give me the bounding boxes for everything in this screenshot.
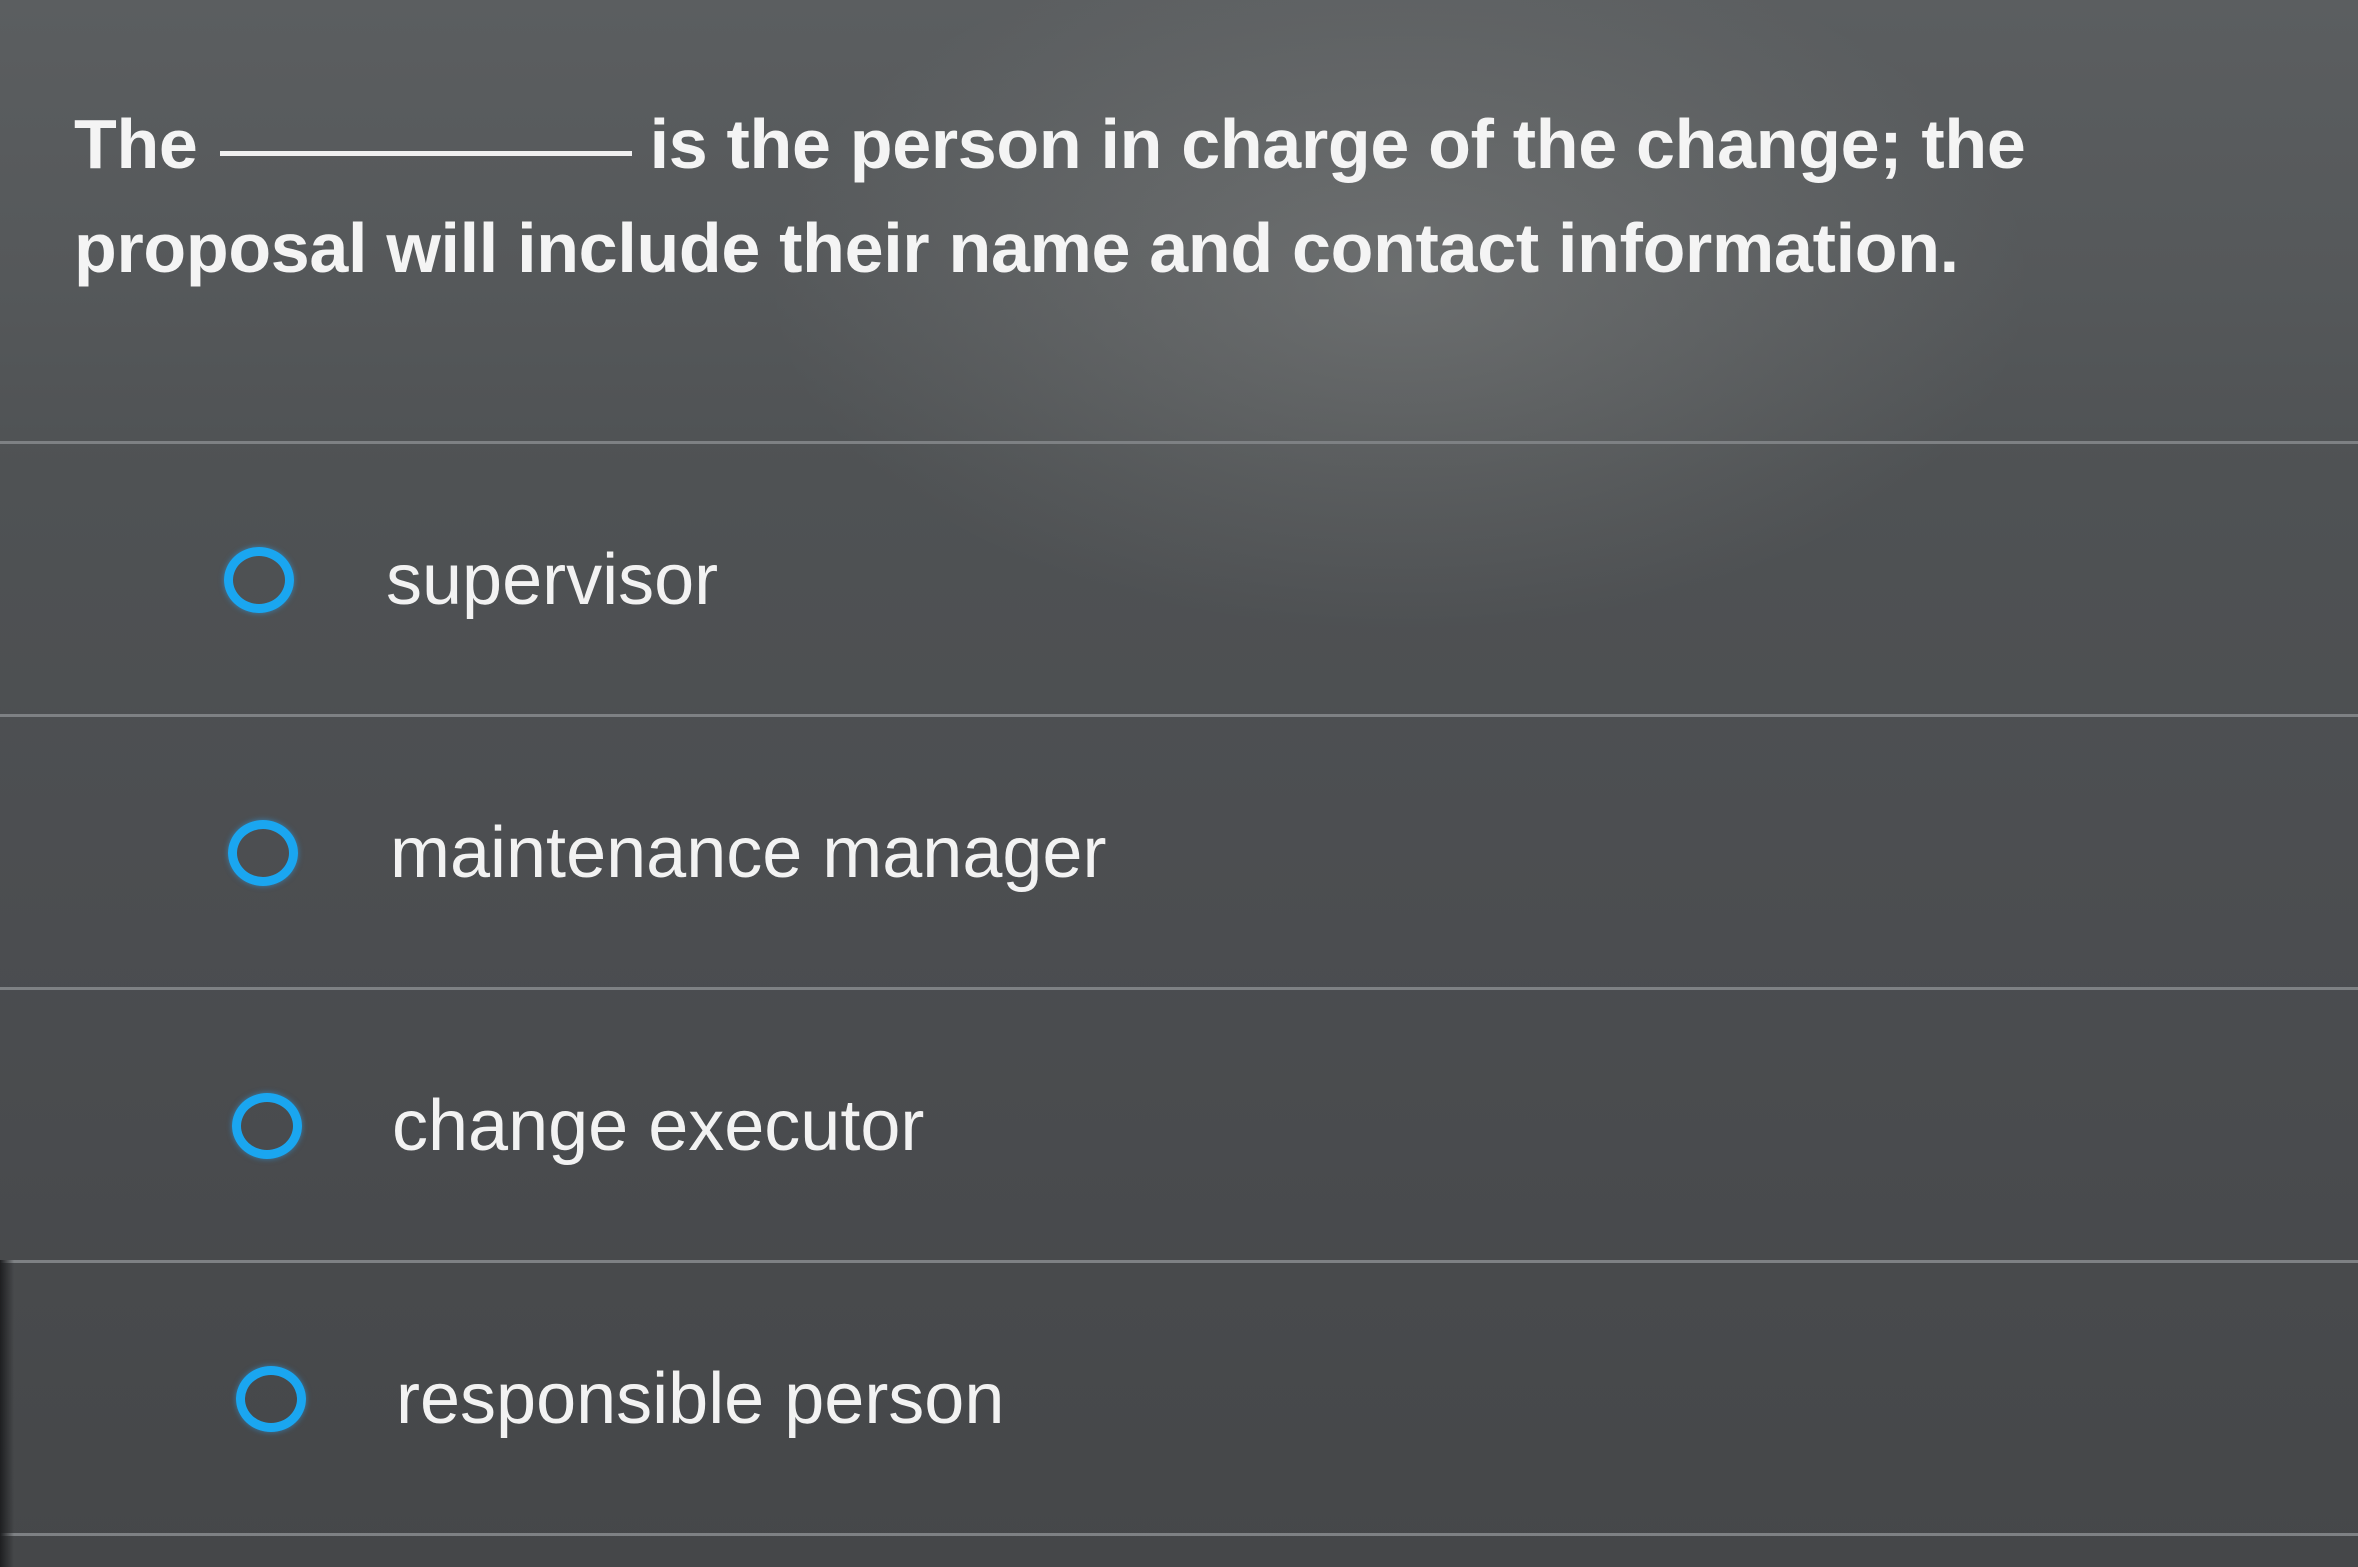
radio-button-icon[interactable] [236,1366,306,1432]
question-text-line1: is the person in charge of the change; t… [649,105,2026,183]
answer-option-maintenance-manager[interactable]: maintenance manager [0,717,2358,990]
option-label: responsible person [396,1359,1005,1439]
quiz-screen: The is the person in charge of the change… [0,0,2358,1567]
radio-button-icon[interactable] [232,1093,302,1159]
answer-blank [219,151,632,156]
screen-bezel-edge [0,1260,14,1567]
radio-button-icon[interactable] [228,820,298,886]
question-text-line2: proposal will include their name and con… [74,209,1959,287]
option-label: maintenance manager [390,813,1107,893]
option-label: supervisor [386,540,719,620]
answer-option-change-executor[interactable]: change executor [0,990,2358,1263]
answer-option-responsible-person[interactable]: responsible person [0,1263,2358,1536]
question-prompt: The is the person in charge of the change… [74,92,2254,300]
question-prefix: The [74,105,198,183]
answer-options: supervisor maintenance manager change ex… [0,441,2358,1536]
option-label: change executor [392,1086,925,1166]
answer-option-supervisor[interactable]: supervisor [0,444,2358,717]
radio-button-icon[interactable] [224,547,294,613]
